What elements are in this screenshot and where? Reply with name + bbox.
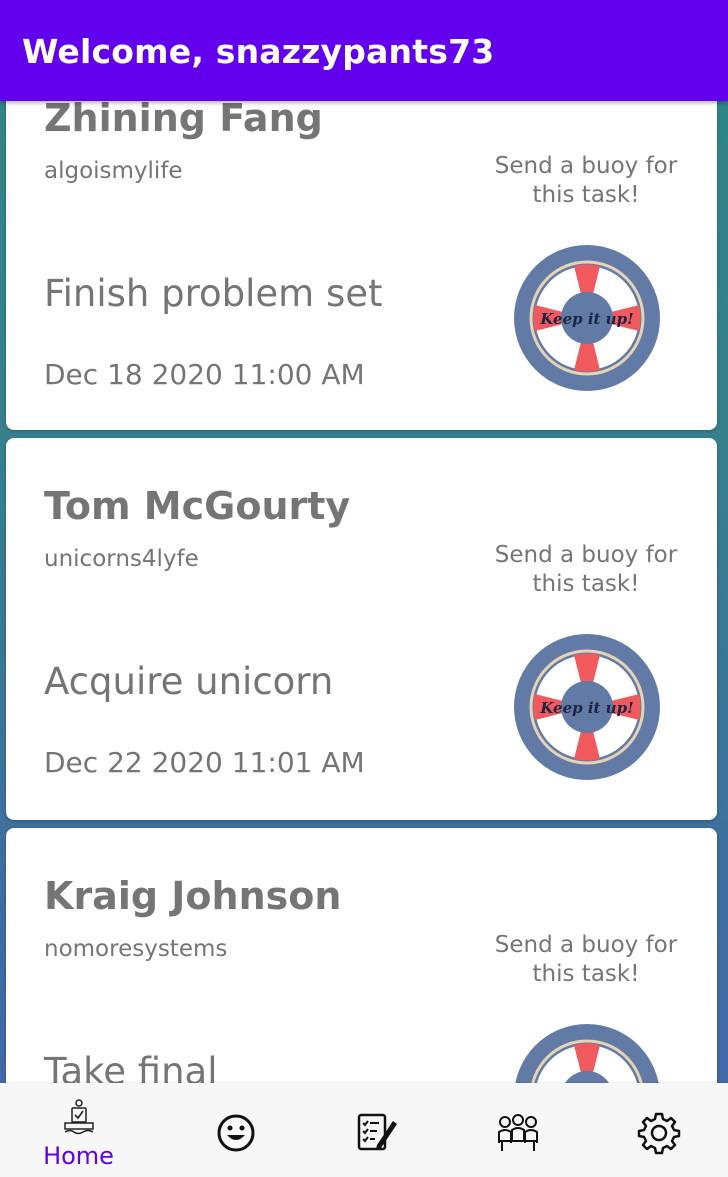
send-buoy-prompt: Send a buoy for this task! [494, 153, 678, 208]
buoy-label: Keep it up! [539, 310, 633, 328]
friend-handle: algoismylife [44, 158, 183, 184]
friend-name: Tom McGourty [44, 484, 351, 528]
nav-settings[interactable] [586, 1083, 728, 1177]
friend-handle: nomoresystems [44, 936, 228, 962]
bottom-nav: Home [0, 1083, 728, 1177]
nav-home-label: Home [43, 1142, 114, 1170]
checklist-icon [357, 1113, 397, 1151]
home-icon [63, 1099, 94, 1135]
friend-name: Kraig Johnson [44, 874, 342, 918]
task-date: Dec 22 2020 11:01 AM [44, 746, 365, 779]
nav-friends[interactable] [445, 1083, 590, 1177]
buoy-button[interactable]: Keep it up! [513, 633, 661, 781]
task-date: Dec 18 2020 11:00 AM [44, 358, 365, 391]
group-icon [497, 1114, 538, 1151]
task-title: Acquire unicorn [44, 660, 334, 703]
task-card: Tom McGourty unicorns4lyfe Acquire unico… [6, 438, 717, 820]
smiley-icon [217, 1114, 254, 1152]
welcome-title: Welcome, snazzypants73 [22, 32, 495, 71]
buoy-button[interactable]: Keep it up! [513, 244, 661, 392]
gear-icon [637, 1112, 680, 1155]
friend-handle: unicorns4lyfe [44, 546, 199, 572]
buoy-label: Keep it up! [539, 699, 633, 717]
nav-tasks[interactable] [304, 1083, 449, 1177]
friend-name: Zhining Fang [44, 96, 323, 140]
send-buoy-prompt: Send a buoy for this task! [494, 542, 678, 597]
app-header: Welcome, snazzypants73 [0, 0, 728, 101]
nav-home[interactable]: Home [6, 1083, 151, 1177]
task-title: Finish problem set [44, 272, 383, 315]
nav-mood[interactable] [163, 1083, 308, 1177]
task-card: Zhining Fang algoismylife Finish problem… [6, 70, 717, 430]
send-buoy-prompt: Send a buoy for this task! [494, 932, 678, 987]
